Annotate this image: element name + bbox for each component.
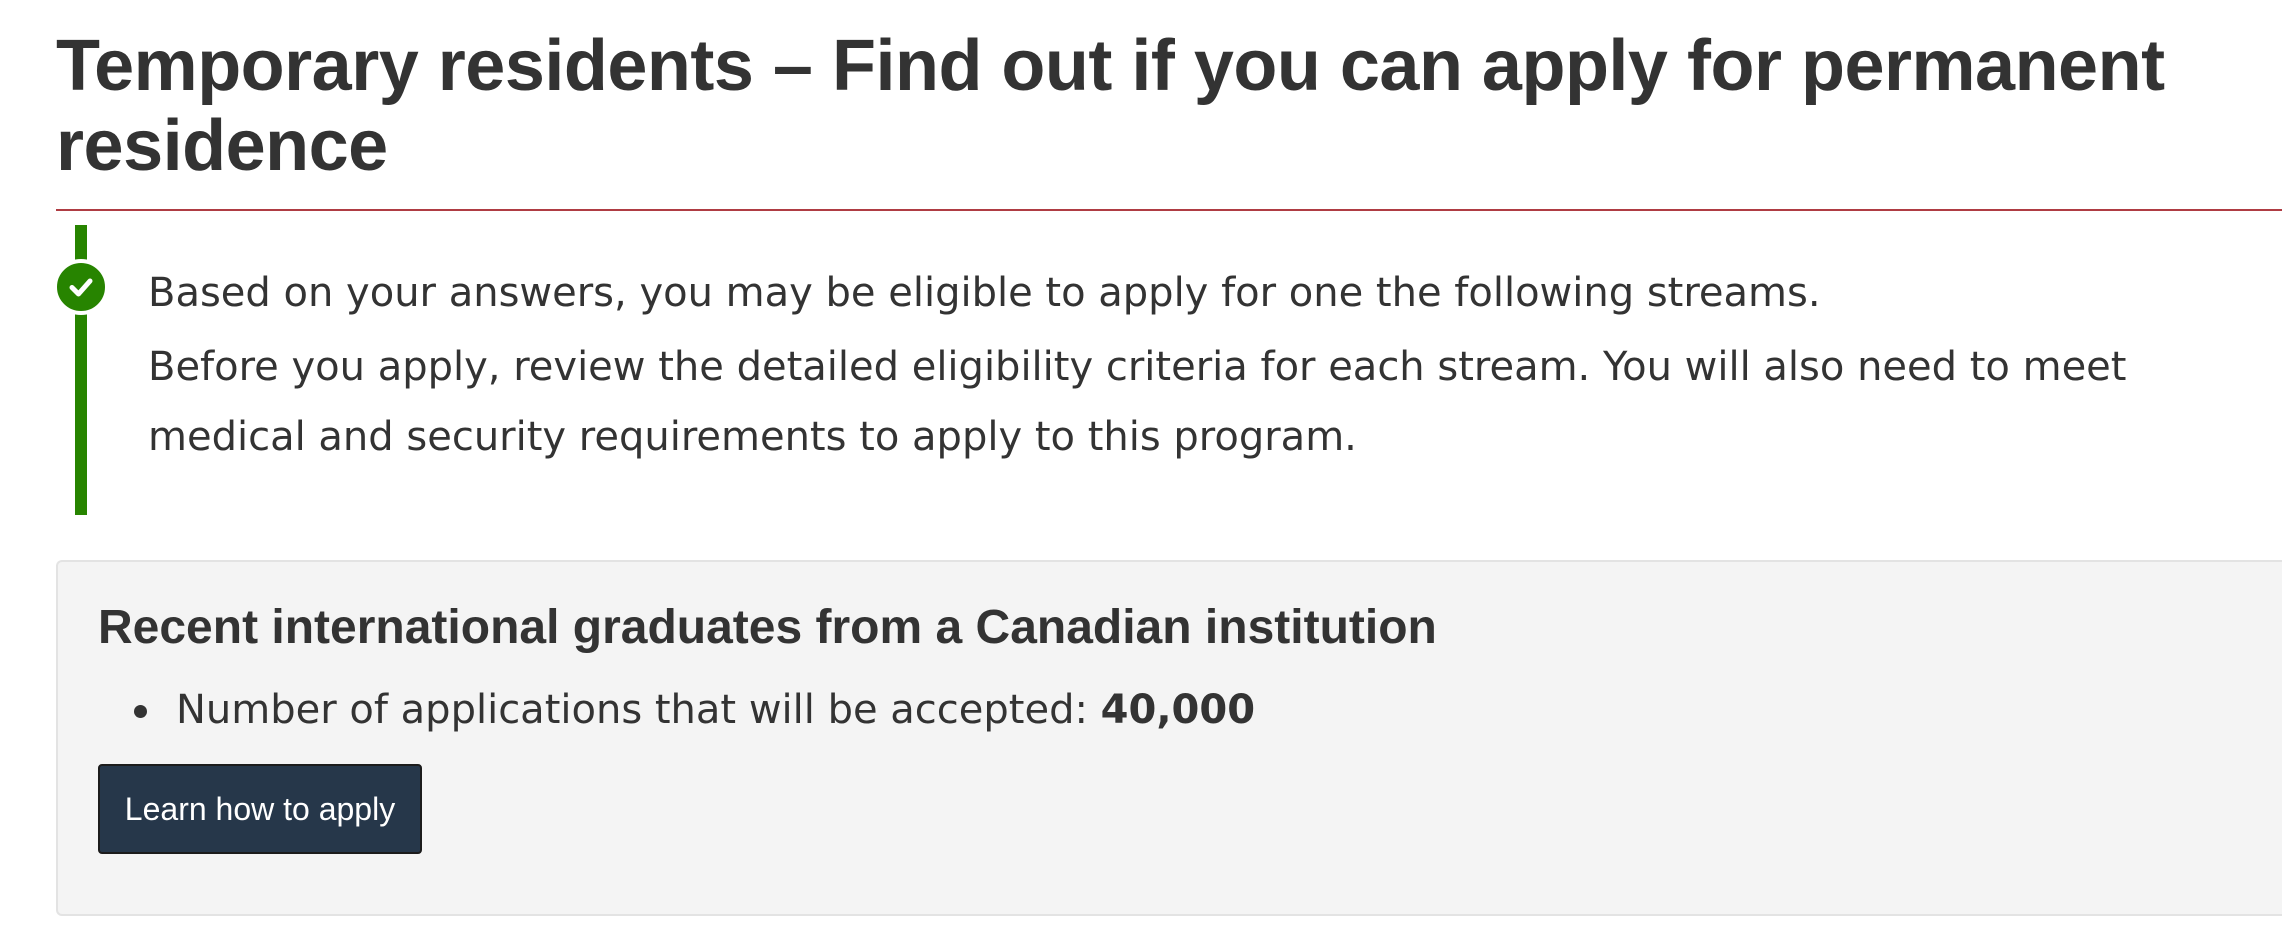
applications-count: 40,000	[1100, 687, 1256, 733]
learn-how-to-apply-button[interactable]: Learn how to apply	[98, 764, 422, 854]
check-circle-icon	[53, 259, 109, 315]
applications-label: Number of applications that will be acce…	[176, 687, 1101, 733]
alert-message-eligibility: Based on your answers, you may be eligib…	[148, 270, 1821, 316]
stream-title: Recent international graduates from a Ca…	[98, 601, 1437, 654]
success-alert-message: Based on your answers, you may be eligib…	[148, 258, 2248, 476]
list-item: Number of applications that will be acce…	[98, 680, 1255, 740]
bullet-icon	[134, 705, 147, 718]
alert-message-requirements: Before you apply, review the detailed el…	[148, 344, 2127, 460]
title-divider	[56, 209, 2282, 211]
stream-panel: Recent international graduates from a Ca…	[56, 560, 2282, 916]
page-title: Temporary residents – Find out if you ca…	[56, 26, 2165, 186]
stream-details-list: Number of applications that will be acce…	[98, 680, 1255, 740]
